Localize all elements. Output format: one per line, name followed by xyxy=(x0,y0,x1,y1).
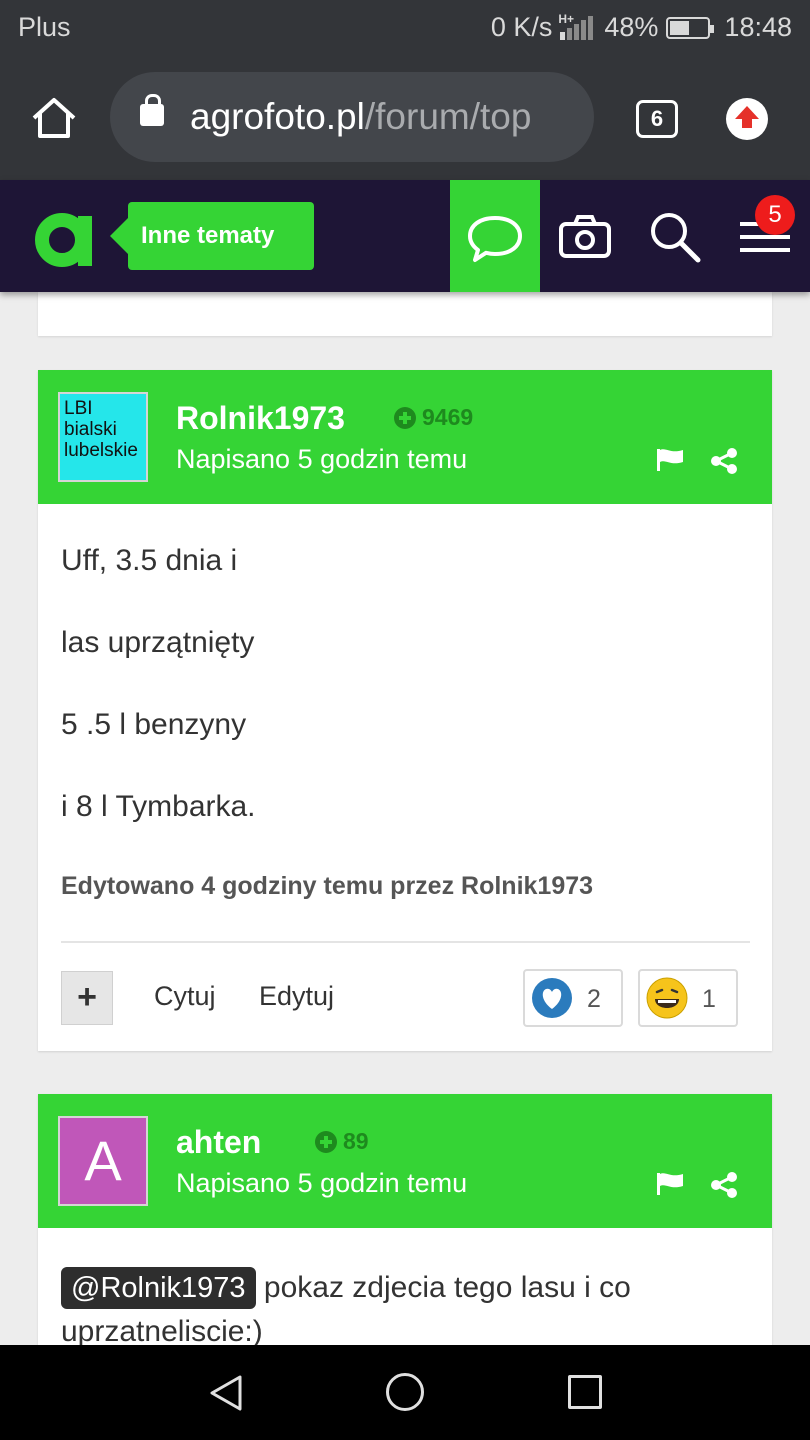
post-paragraph: Uff, 3.5 dnia i xyxy=(61,544,238,577)
post-footer: + Cytuj Edytuj 2 1 xyxy=(38,943,772,1051)
mention-tag[interactable]: @Rolnik1973 xyxy=(61,1267,256,1309)
agrofoto-logo[interactable] xyxy=(34,210,100,268)
status-bar: Plus 0 K/s H+ 48% 18:48 xyxy=(0,0,810,56)
back-icon[interactable] xyxy=(206,1373,246,1413)
forum-post: A ahten 89 Napisano 5 godzin temu @Rolni… xyxy=(38,1094,772,1354)
lock-icon xyxy=(140,94,164,126)
post-header: A ahten 89 Napisano 5 godzin temu xyxy=(38,1094,772,1228)
post-content: Uff, 3.5 dnia i las uprzątnięty 5 .5 l b… xyxy=(38,504,772,901)
camera-icon[interactable] xyxy=(558,214,612,260)
address-bar[interactable]: agrofoto.pl/forum/top xyxy=(110,72,594,162)
chat-button[interactable] xyxy=(450,180,540,292)
battery-icon xyxy=(666,16,715,39)
carrier-label: Plus xyxy=(18,12,71,42)
multiquote-button[interactable]: + xyxy=(61,971,113,1025)
post-text: pokaz zdjecia tego lasu i co xyxy=(263,1271,631,1304)
plus-circle-icon xyxy=(394,406,416,429)
url-domain: agrofoto.pl xyxy=(190,96,365,137)
post-paragraph: i 8 l Tymbarka. xyxy=(61,790,256,823)
previous-post-fragment xyxy=(38,292,772,336)
reputation-badge: 89 xyxy=(315,1128,369,1155)
flag-icon[interactable] xyxy=(656,1172,684,1196)
network-type: H+ xyxy=(558,11,575,26)
browser-toolbar: agrofoto.pl/forum/top 6 xyxy=(0,56,810,180)
post-time[interactable]: Napisano 5 godzin temu xyxy=(176,1168,467,1199)
notification-badge: 5 xyxy=(755,195,795,235)
chat-icon xyxy=(468,216,522,262)
post-time[interactable]: Napisano 5 godzin temu xyxy=(176,444,467,475)
laugh-icon xyxy=(646,977,688,1019)
forum-post: LBI bialski lubelskie Rolnik1973 9469 Na… xyxy=(38,370,772,1051)
reputation-badge: 9469 xyxy=(394,404,473,431)
update-icon[interactable] xyxy=(726,98,768,140)
signal-icon: H+ xyxy=(558,11,598,42)
status-right: 0 K/s H+ 48% 18:48 xyxy=(491,12,792,43)
tab-switcher-button[interactable]: 6 xyxy=(636,100,678,138)
avatar-text-line: LBI xyxy=(64,398,93,419)
clock: 18:48 xyxy=(724,12,792,42)
author-name[interactable]: Rolnik1973 xyxy=(176,400,345,437)
avatar-text-line: lubelskie xyxy=(64,440,138,461)
post-paragraph: las uprzątnięty xyxy=(61,626,255,659)
avatar[interactable]: LBI bialski lubelskie xyxy=(58,392,148,482)
avatar-text-line: bialski xyxy=(64,419,117,440)
heart-icon xyxy=(532,978,572,1018)
network-speed: 0 K/s xyxy=(490,12,553,42)
avatar[interactable]: A xyxy=(58,1116,148,1206)
reaction-laugh[interactable]: 1 xyxy=(638,969,738,1027)
author-name[interactable]: ahten xyxy=(176,1124,261,1161)
flag-icon[interactable] xyxy=(656,448,684,472)
post-header: LBI bialski lubelskie Rolnik1973 9469 Na… xyxy=(38,370,772,504)
share-icon[interactable] xyxy=(710,1172,738,1198)
reputation-count: 89 xyxy=(343,1128,369,1154)
plus-circle-icon xyxy=(315,1130,337,1153)
quote-button[interactable]: Cytuj xyxy=(154,981,216,1012)
edited-note: Edytowano 4 godziny temu przez Rolnik197… xyxy=(61,872,594,900)
url-path: /forum/top xyxy=(364,96,532,137)
post-paragraph: 5 .5 l benzyny xyxy=(61,708,247,741)
site-header: Inne tematy xyxy=(0,180,810,292)
reaction-heart[interactable]: 2 xyxy=(523,969,623,1027)
recent-apps-icon[interactable] xyxy=(568,1375,602,1409)
home-icon[interactable] xyxy=(30,96,78,140)
section-label[interactable]: Inne tematy xyxy=(110,202,314,270)
system-nav-bar xyxy=(0,1345,810,1440)
search-icon[interactable] xyxy=(648,210,702,264)
battery-percent: 48% xyxy=(604,12,659,42)
url-text[interactable]: agrofoto.pl/forum/top xyxy=(190,96,531,138)
reaction-count: 1 xyxy=(702,985,716,1013)
share-icon[interactable] xyxy=(710,448,738,474)
reputation-count: 9469 xyxy=(422,404,474,430)
home-nav-icon[interactable] xyxy=(386,1373,424,1411)
edit-button[interactable]: Edytuj xyxy=(259,981,334,1012)
post-content: @Rolnik1973 pokaz zdjecia tego lasu i co… xyxy=(38,1228,772,1354)
reaction-count: 2 xyxy=(587,985,601,1013)
